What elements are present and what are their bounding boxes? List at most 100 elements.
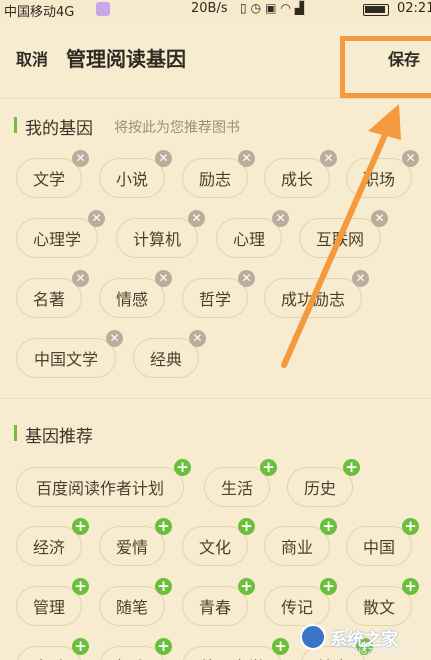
close-icon[interactable]: ✕	[320, 150, 337, 167]
watermark-url: XITONGZHIJIA.NET	[336, 647, 410, 656]
recommended-gene-tag[interactable]: 管理 +	[16, 578, 89, 626]
recommended-gene-tag[interactable]: 投资 +	[99, 638, 172, 660]
my-gene-tag[interactable]: 中国文学 ✕	[16, 330, 123, 378]
recommended-gene-tag[interactable]: 百度阅读作者计划 +	[16, 459, 191, 507]
plus-icon[interactable]: +	[320, 578, 337, 595]
hd-icon: ▣	[265, 1, 281, 15]
plus-icon[interactable]: +	[272, 638, 289, 655]
recommended-genes-header: 基因推荐	[14, 422, 214, 447]
close-icon[interactable]: ✕	[155, 270, 172, 287]
plus-icon[interactable]: +	[72, 578, 89, 595]
my-gene-tag[interactable]: 互联网 ✕	[299, 210, 388, 258]
my-gene-tag[interactable]: 心理 ✕	[216, 210, 289, 258]
tag-label: 历史	[303, 479, 336, 498]
plus-icon[interactable]: +	[320, 518, 337, 535]
my-gene-tag[interactable]: 励志 ✕	[182, 150, 255, 198]
close-icon[interactable]: ✕	[402, 150, 419, 167]
recommended-gene-tag[interactable]: 青春 +	[182, 578, 255, 626]
tag-label: 文学	[32, 170, 65, 189]
tag-label: 商业	[280, 538, 313, 557]
my-gene-tag[interactable]: 心理学 ✕	[16, 210, 105, 258]
plus-icon[interactable]: +	[174, 459, 191, 476]
my-gene-tag[interactable]: 成长 ✕	[264, 150, 337, 198]
recommended-genes-title: 基因推荐	[25, 427, 93, 447]
my-gene-tag[interactable]: 文学 ✕	[16, 150, 89, 198]
recommended-gene-tag[interactable]: 生活 +	[204, 459, 277, 507]
my-gene-tag[interactable]: 哲学 ✕	[182, 270, 255, 318]
tag-label: 情感	[115, 290, 148, 309]
close-icon[interactable]: ✕	[155, 150, 172, 167]
tag-label: 职场	[362, 170, 395, 189]
tag-label: 中国	[362, 538, 395, 557]
plus-icon[interactable]: +	[402, 518, 419, 535]
arrow-head	[368, 104, 401, 140]
my-gene-tag[interactable]: 小说 ✕	[99, 150, 172, 198]
tag-label: 管理	[32, 598, 65, 617]
clock: 02:21	[397, 1, 431, 16]
plus-icon[interactable]: +	[155, 578, 172, 595]
my-gene-tag[interactable]: 成功励志 ✕	[264, 270, 369, 318]
my-gene-tag[interactable]: 经典 ✕	[133, 330, 206, 378]
tag-label: 小说	[115, 170, 148, 189]
close-icon[interactable]: ✕	[72, 270, 89, 287]
plus-icon[interactable]: +	[402, 578, 419, 595]
network-speed: 20B/s	[191, 1, 228, 16]
wifi-icon: ◠	[280, 1, 295, 15]
tag-label: 投资	[116, 654, 148, 660]
recommended-gene-tag[interactable]: 历史 +	[287, 459, 360, 507]
save-button[interactable]: 保存	[388, 46, 420, 70]
plus-icon[interactable]: +	[343, 459, 360, 476]
battery-icon	[363, 4, 389, 16]
my-gene-tag[interactable]: 职场 ✕	[346, 150, 419, 198]
recommended-gene-tag[interactable]: 外国文学 +	[182, 638, 289, 660]
recommended-gene-tag[interactable]: 文化 +	[182, 518, 255, 566]
close-icon[interactable]: ✕	[72, 150, 89, 167]
tag-label: 生活	[220, 479, 253, 498]
my-gene-tag[interactable]: 计算机 ✕	[116, 210, 205, 258]
plus-icon[interactable]: +	[72, 638, 89, 655]
tag-label: 心理	[232, 230, 265, 249]
close-icon[interactable]: ✕	[188, 210, 205, 227]
my-gene-tag[interactable]: 名著 ✕	[16, 270, 89, 318]
recommended-gene-tag[interactable]: 中国 +	[346, 518, 419, 566]
plus-icon[interactable]: +	[155, 638, 172, 655]
recommended-gene-tag[interactable]: 经济 +	[16, 518, 89, 566]
tag-label: 励志	[198, 170, 231, 189]
close-icon[interactable]: ✕	[88, 210, 105, 227]
close-icon[interactable]: ✕	[238, 270, 255, 287]
plus-icon[interactable]: +	[72, 518, 89, 535]
tag-label: 名著	[32, 290, 65, 309]
plus-icon[interactable]: +	[238, 578, 255, 595]
app-notification-icon	[96, 2, 110, 16]
close-icon[interactable]: ✕	[189, 330, 206, 347]
watermark: 系统之家 XITONGZHIJIA.NET	[300, 614, 431, 660]
plus-icon[interactable]: +	[155, 518, 172, 535]
tag-label: 计算机	[132, 230, 181, 249]
tag-label: 外国文学	[200, 654, 264, 660]
tag-label: 青春	[198, 598, 231, 617]
plus-icon[interactable]: +	[260, 459, 277, 476]
recommended-gene-tag[interactable]: 爱情 +	[99, 518, 172, 566]
tag-label: 百度阅读作者计划	[35, 479, 164, 498]
status-bar: 中国移动4G 20B/s ▯◷▣◠▟ 02:21	[0, 0, 431, 20]
carrier-label: 中国移动4G	[4, 5, 75, 20]
close-icon[interactable]: ✕	[106, 330, 123, 347]
plus-icon[interactable]: +	[238, 518, 255, 535]
status-icons: ▯◷▣◠▟	[240, 1, 308, 15]
tag-label: 随笔	[115, 598, 148, 617]
tag-label: 互联网	[315, 230, 364, 249]
my-gene-tag[interactable]: 情感 ✕	[99, 270, 172, 318]
close-icon[interactable]: ✕	[352, 270, 369, 287]
close-icon[interactable]: ✕	[238, 150, 255, 167]
recommended-gene-tag[interactable]: 金融 +	[16, 638, 89, 660]
close-icon[interactable]: ✕	[371, 210, 388, 227]
watermark-logo	[300, 624, 326, 650]
tag-label: 中国文学	[33, 350, 98, 369]
cancel-button[interactable]: 取消	[16, 46, 48, 70]
tag-label: 经济	[32, 538, 65, 557]
tag-label: 爱情	[115, 538, 148, 557]
section-accent-bar	[14, 117, 17, 133]
recommended-gene-tag[interactable]: 随笔 +	[99, 578, 172, 626]
recommended-gene-tag[interactable]: 商业 +	[264, 518, 337, 566]
close-icon[interactable]: ✕	[272, 210, 289, 227]
